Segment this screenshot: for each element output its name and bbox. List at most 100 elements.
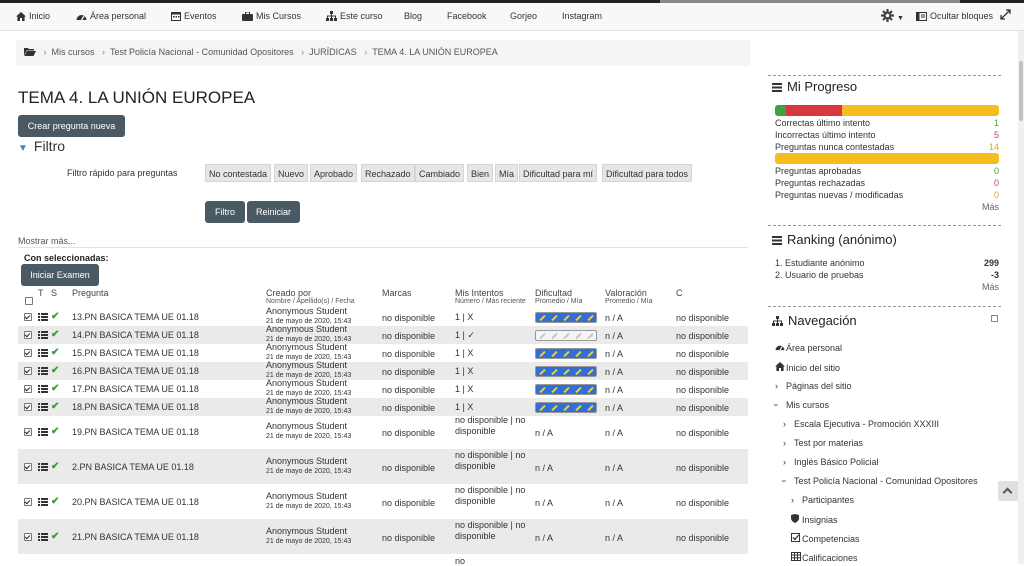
table-row[interactable]: ✔ 21.PN BASICA TEMA UE 01.18 Anonymous Stu…	[18, 519, 748, 554]
nav-tree-item[interactable]: › Test por materias	[783, 438, 863, 448]
breadcrumb-my-courses[interactable]: Mis cursos	[52, 47, 95, 57]
question-name[interactable]: 18.PN BASICA TEMA UE 01.18	[72, 402, 199, 412]
row-checkbox[interactable]	[24, 349, 32, 357]
nav-tree-item[interactable]: Insignias	[791, 514, 838, 525]
nav-tree-item[interactable]: Calificaciones	[791, 552, 858, 563]
nav-facebook[interactable]: Facebook	[447, 11, 487, 21]
nav-tree-item[interactable]: › Páginas del sitio	[775, 381, 852, 391]
nav-this-course[interactable]: Este curso	[326, 11, 383, 21]
breadcrumb-course[interactable]: Test Policía Nacional - Comunidad Oposit…	[110, 47, 294, 57]
list-icon[interactable]	[38, 331, 48, 341]
collapse-block-icon[interactable]	[991, 315, 998, 322]
quick-filter-chip[interactable]: Bien	[467, 164, 494, 182]
nav-events[interactable]: Eventos	[171, 11, 217, 21]
list-icon[interactable]	[38, 533, 48, 543]
difficulty-rating[interactable]	[535, 384, 597, 395]
list-icon[interactable]	[38, 385, 48, 395]
nav-my-courses[interactable]: Mis Cursos	[242, 11, 301, 21]
settings-menu[interactable]: ▼	[881, 9, 904, 22]
table-row[interactable]: ✔ 14.PN BASICA TEMA UE 01.18 Anonymous Stu…	[18, 325, 748, 344]
question-name[interactable]: 19.PN BASICA TEMA UE 01.18	[72, 427, 199, 437]
nav-twitter[interactable]: Gorjeo	[510, 11, 537, 21]
col-marks[interactable]: Marcas	[382, 288, 412, 298]
list-icon[interactable]	[38, 428, 48, 438]
reset-button[interactable]: Reiniciar	[247, 201, 300, 223]
question-name[interactable]: 13.PN BASICA TEMA UE 01.18	[72, 312, 199, 322]
quick-filter-chip[interactable]: Rechazado	[361, 164, 415, 182]
row-checkbox[interactable]	[24, 367, 32, 375]
progress-more-link[interactable]: Más	[982, 202, 999, 212]
quick-filter-chip[interactable]: Mía	[495, 164, 519, 182]
col-difficulty[interactable]: Dificultad	[535, 288, 572, 298]
nav-instagram[interactable]: Instagram	[562, 11, 602, 21]
filter-toggle[interactable]: ▼ Filtro	[18, 138, 65, 154]
difficulty-rating[interactable]	[535, 366, 597, 377]
difficulty-rating[interactable]	[535, 402, 597, 413]
quick-filter-chip[interactable]: Aprobado	[310, 164, 358, 182]
list-icon[interactable]	[38, 463, 48, 473]
create-question-button[interactable]: Crear pregunta nueva	[18, 115, 125, 137]
question-name[interactable]: 14.PN BASICA TEMA UE 01.18	[72, 330, 199, 340]
row-checkbox[interactable]	[24, 498, 32, 506]
row-checkbox[interactable]	[24, 331, 32, 339]
select-all-checkbox[interactable]	[25, 297, 33, 305]
start-exam-button[interactable]: Iniciar Examen	[21, 264, 99, 286]
quick-filter-chip[interactable]: Cambiado	[415, 164, 465, 182]
col-c[interactable]: C	[676, 288, 683, 298]
scroll-to-top-button[interactable]	[998, 481, 1018, 501]
question-name[interactable]: 17.PN BASICA TEMA UE 01.18	[72, 384, 199, 394]
nav-tree-item[interactable]: › Escala Ejecutiva - Promoción XXXIII	[783, 419, 939, 429]
nav-tree-item[interactable]: Competencias	[791, 533, 860, 544]
table-row[interactable]: ✔ 19.PN BASICA TEMA UE 01.18 Anonymous Stu…	[18, 414, 748, 449]
table-row[interactable]: ✔ 2.PN BASICA TEMA UE 01.18 Anonymous Stud…	[18, 449, 748, 484]
list-icon[interactable]	[38, 367, 48, 377]
filter-button[interactable]: Filtro	[205, 201, 245, 223]
col-s[interactable]: S	[51, 288, 57, 298]
col-attempts[interactable]: Mis Intentos	[455, 288, 504, 298]
question-name[interactable]: 2.PN BASICA TEMA UE 01.18	[72, 462, 194, 472]
question-name[interactable]: 16.PN BASICA TEMA UE 01.18	[72, 366, 199, 376]
list-icon[interactable]	[38, 313, 48, 323]
table-row[interactable]: ✔ 17.PN BASICA TEMA UE 01.18 Anonymous Stu…	[18, 379, 748, 398]
nav-blog[interactable]: Blog	[404, 11, 422, 21]
table-row[interactable]: ✔ 15.PN BASICA TEMA UE 01.18 Anonymous Stu…	[18, 343, 748, 362]
col-question[interactable]: Pregunta	[72, 288, 109, 298]
nav-tree-item[interactable]: › Participantes	[791, 495, 854, 505]
table-row[interactable]: ✔ 16.PN BASICA TEMA UE 01.18 Anonymous Stu…	[18, 361, 748, 380]
list-icon[interactable]	[38, 498, 48, 508]
show-more-link[interactable]: Mostrar más...	[18, 236, 76, 246]
nav-tree-item[interactable]: › Inglés Básico Policial	[783, 457, 879, 467]
hide-blocks-button[interactable]: Ocultar bloques	[916, 11, 993, 21]
quick-filter-chip[interactable]: Dificultad para mí	[519, 164, 598, 182]
question-name[interactable]: 15.PN BASICA TEMA UE 01.18	[72, 348, 199, 358]
nav-dashboard[interactable]: Área personal	[76, 11, 146, 21]
row-checkbox[interactable]	[24, 533, 32, 541]
nav-tree-item[interactable]: › Test Policía Nacional - Comunidad Oposi…	[780, 476, 978, 486]
nav-tree-item[interactable]: Inicio del sitio	[775, 362, 840, 373]
difficulty-rating[interactable]	[535, 312, 597, 323]
breadcrumb-current[interactable]: TEMA 4. LA UNIÓN EUROPEA	[372, 47, 498, 57]
list-icon[interactable]	[38, 403, 48, 413]
col-created[interactable]: Creado por	[266, 288, 311, 298]
row-checkbox[interactable]	[24, 463, 32, 471]
nav-tree-item[interactable]: › Mis cursos	[772, 400, 830, 410]
row-checkbox[interactable]	[24, 385, 32, 393]
question-name[interactable]: 20.PN BASICA TEMA UE 01.18	[72, 497, 199, 507]
page-scrollbar[interactable]	[1018, 31, 1024, 564]
breadcrumb-category[interactable]: JURÍDICAS	[309, 47, 357, 57]
difficulty-rating[interactable]	[535, 330, 597, 341]
col-t[interactable]: T	[38, 288, 44, 298]
question-name[interactable]: 21.PN BASICA TEMA UE 01.18	[72, 532, 199, 542]
quick-filter-chip[interactable]: Nuevo	[274, 164, 309, 182]
fullscreen-icon[interactable]	[1000, 9, 1014, 20]
nav-home[interactable]: Inicio	[16, 11, 50, 21]
col-rating[interactable]: Valoración	[605, 288, 647, 298]
quick-filter-chip[interactable]: No contestada	[205, 164, 272, 182]
table-row[interactable]: ✔ 20.PN BASICA TEMA UE 01.18 Anonymous Stu…	[18, 484, 748, 519]
table-row[interactable]: ✔ 13.PN BASICA TEMA UE 01.18 Anonymous Stu…	[18, 307, 748, 326]
quick-filter-chip[interactable]: Dificultad para todos	[602, 164, 693, 182]
nav-tree-item[interactable]: Área personal	[775, 343, 842, 353]
row-checkbox[interactable]	[24, 428, 32, 436]
row-checkbox[interactable]	[24, 403, 32, 411]
difficulty-rating[interactable]	[535, 348, 597, 359]
